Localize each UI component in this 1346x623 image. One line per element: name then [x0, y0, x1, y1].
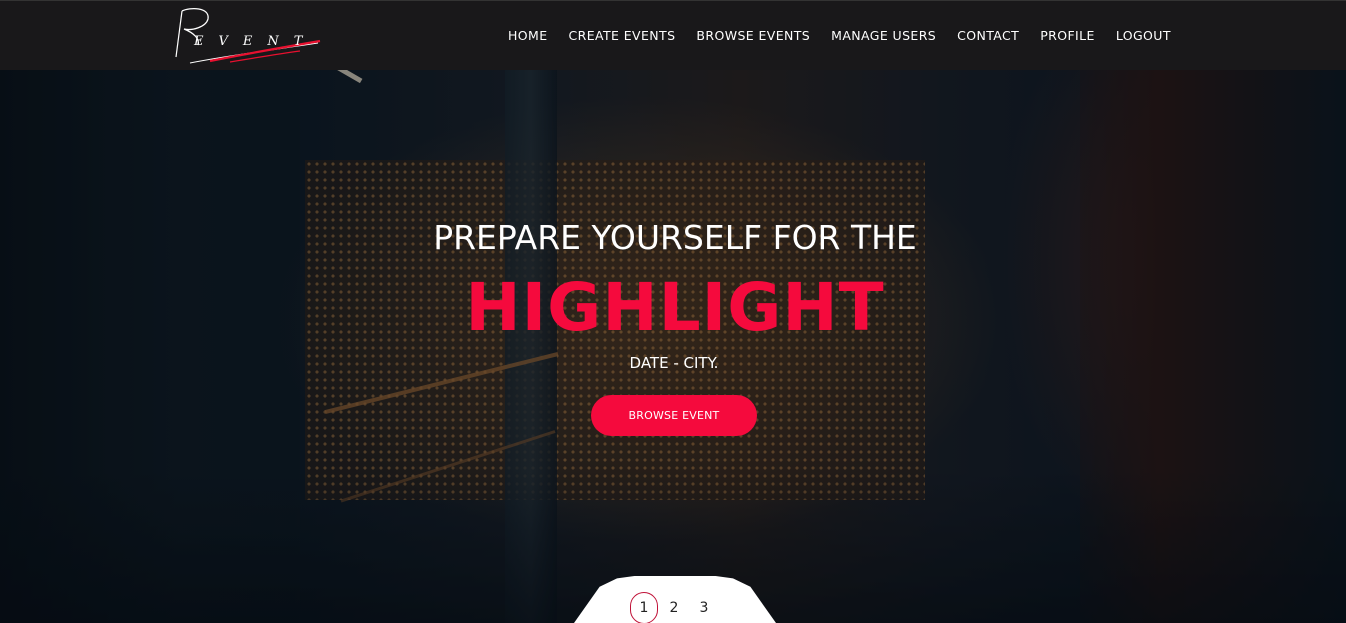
hero-highlight-title: HIGHLIGHT	[465, 269, 885, 346]
hero-date-city: DATE - CITY.	[629, 354, 719, 372]
cta-wrapper: BROWSE EVENT	[290, 395, 1060, 436]
hero-content: PREPARE YOURSELF FOR THE HIGHLIGHT DATE …	[290, 210, 1060, 436]
site-header: EVENT HOME CREATE EVENTS BROWSE EVENTS M…	[0, 0, 1346, 70]
pager-page-3[interactable]: 3	[690, 592, 718, 623]
pager-page-1[interactable]: 1	[630, 592, 658, 623]
page: EVENT HOME CREATE EVENTS BROWSE EVENTS M…	[0, 0, 1346, 623]
nav-home[interactable]: HOME	[508, 24, 548, 47]
nav-contact[interactable]: CONTACT	[957, 24, 1019, 47]
nav-profile[interactable]: PROFILE	[1040, 24, 1095, 47]
hero-pre-title: PREPARE YOURSELF FOR THE	[433, 218, 917, 257]
nav-create-events[interactable]: CREATE EVENTS	[569, 24, 676, 47]
nav-logout[interactable]: LOGOUT	[1116, 24, 1171, 47]
site-logo[interactable]: EVENT	[170, 5, 325, 67]
nav-browse-events[interactable]: BROWSE EVENTS	[696, 24, 810, 47]
nav-manage-users[interactable]: MANAGE USERS	[831, 24, 936, 47]
pager-page-2[interactable]: 2	[660, 592, 688, 623]
main-nav: HOME CREATE EVENTS BROWSE EVENTS MANAGE …	[508, 1, 1171, 69]
logo-text: EVENT	[194, 34, 318, 49]
slider-pagination: 1 2 3	[630, 592, 720, 623]
browse-event-button[interactable]: BROWSE EVENT	[591, 395, 757, 436]
